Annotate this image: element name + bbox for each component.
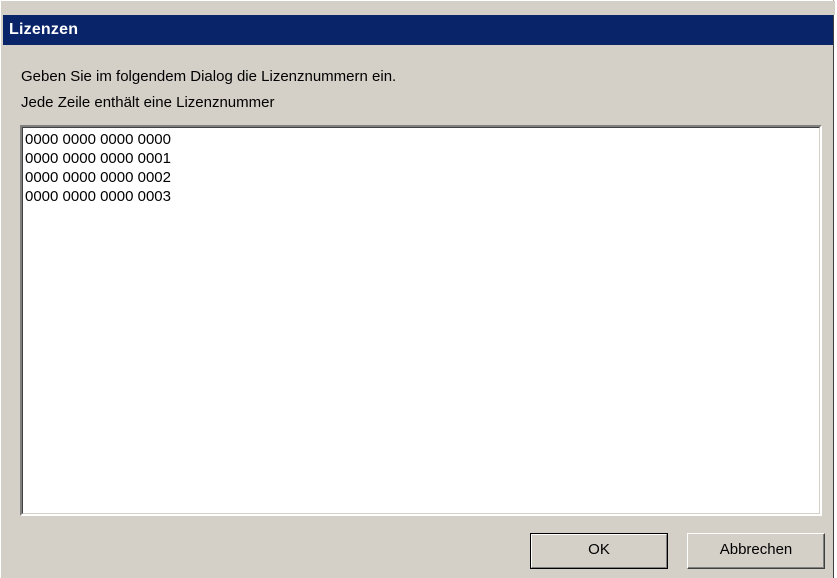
license-line[interactable]: 0000 0000 0000 0003 [25,187,817,206]
instruction-text-2: Jede Zeile enthält eine Lizenznummer [21,94,275,111]
license-line[interactable]: 0000 0000 0000 0002 [25,168,817,187]
ok-button-label: OK [588,541,610,558]
ok-button[interactable]: OK [530,533,668,569]
cancel-button-label: Abbrechen [719,541,793,558]
window-frame-top [1,1,835,15]
license-textarea[interactable]: 0000 0000 0000 0000 0000 0000 0000 0001 … [20,125,822,516]
license-dialog: Lizenzen Geben Sie im folgendem Dialog d… [0,0,835,578]
license-textarea-content[interactable]: 0000 0000 0000 0000 0000 0000 0000 0001 … [22,127,820,514]
title-bar[interactable]: Lizenzen [3,15,833,45]
instruction-text-1: Geben Sie im folgendem Dialog die Lizenz… [21,68,397,85]
cancel-button[interactable]: Abbrechen [687,533,825,569]
window-title: Lizenzen [9,21,79,38]
license-line[interactable]: 0000 0000 0000 0000 [25,130,817,149]
license-line[interactable]: 0000 0000 0000 0001 [25,149,817,168]
